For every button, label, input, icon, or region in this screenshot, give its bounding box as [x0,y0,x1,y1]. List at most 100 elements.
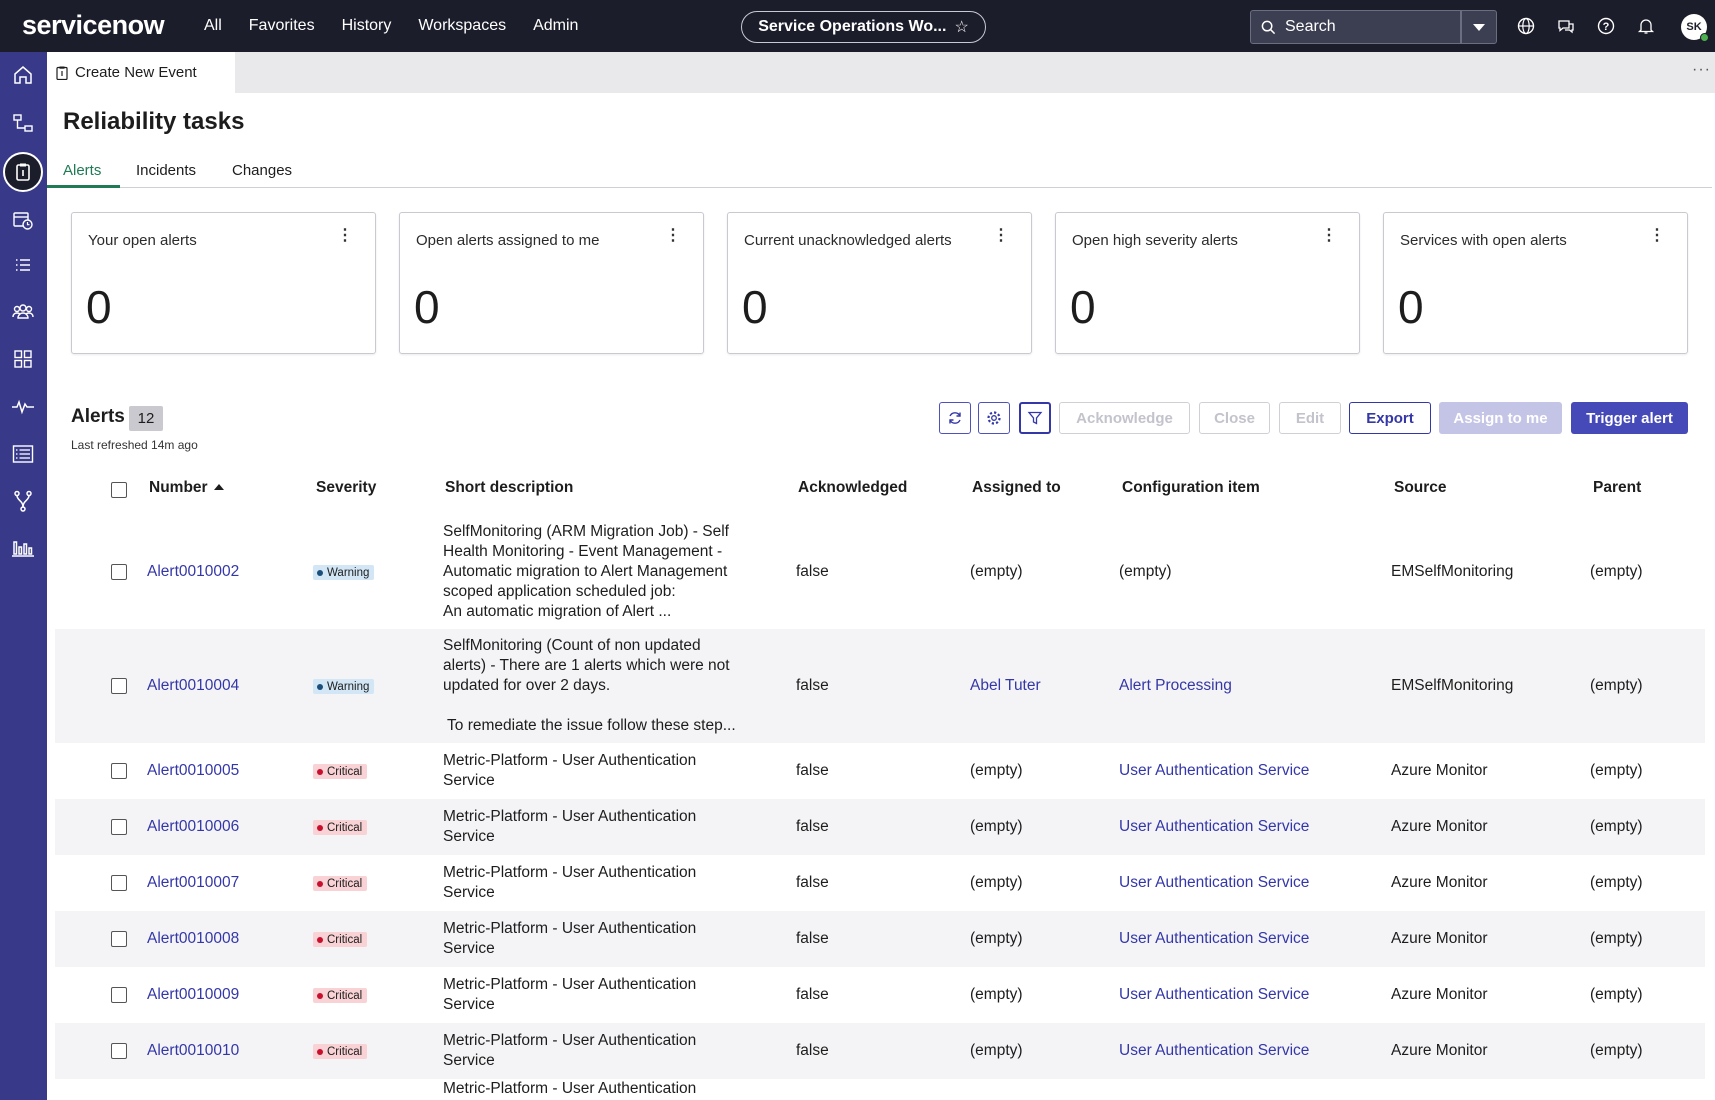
table-row[interactable]: Alert0010005 Critical Metric-Platform - Us… [55,743,1705,799]
configuration-item-value[interactable]: User Authentication Service [1119,761,1309,781]
assigned-to-value[interactable]: Abel Tuter [970,676,1041,696]
list-icon[interactable] [8,250,38,280]
kebab-menu-icon[interactable]: ⋮ [337,228,353,244]
column-header-short-description[interactable]: Short description [445,479,573,497]
card-your-open-alerts[interactable]: Your open alerts ⋮ 0 [71,212,376,354]
row-checkbox[interactable] [111,564,127,580]
filter-button[interactable] [1019,402,1051,434]
global-search-input[interactable]: Search [1250,10,1461,44]
configuration-item-value[interactable]: User Authentication Service [1119,873,1309,893]
search-scope-dropdown[interactable] [1461,10,1497,44]
table-row[interactable]: Metric-Platform - User Authentication [55,1079,1705,1100]
nav-workspaces[interactable]: Workspaces [418,17,506,35]
kebab-menu-icon[interactable]: ⋮ [1321,228,1337,244]
alert-number-link[interactable]: Alert0010009 [147,985,239,1005]
edit-button[interactable]: Edit [1279,402,1341,434]
alert-number-link[interactable]: Alert0010004 [147,676,239,696]
tab-incidents[interactable]: Incidents [136,162,196,179]
flow-icon[interactable] [8,108,38,138]
column-header-parent[interactable]: Parent [1593,479,1641,497]
chat-icon[interactable] [1556,16,1576,36]
configuration-item-value[interactable]: User Authentication Service [1119,1041,1309,1061]
settings-button[interactable] [978,402,1010,434]
column-header-configuration-item[interactable]: Configuration item [1122,479,1260,497]
kebab-menu-icon[interactable]: ⋮ [1649,228,1665,244]
table-row[interactable]: Alert0010007 Critical Metric-Platform - Us… [55,855,1705,911]
more-icon[interactable]: ··· [1692,61,1711,79]
user-avatar[interactable]: SK [1681,14,1709,42]
branch-icon[interactable] [8,486,38,516]
people-icon[interactable] [8,297,38,327]
column-header-source[interactable]: Source [1394,479,1447,497]
select-all-checkbox[interactable] [111,482,127,498]
row-checkbox[interactable] [111,1043,127,1059]
home-icon[interactable] [8,60,38,90]
table-row[interactable]: Alert0010004 Warning SelfMonitoring (Count… [55,629,1705,743]
column-header-assigned-to[interactable]: Assigned to [972,479,1061,497]
assign-to-me-button[interactable]: Assign to me [1439,402,1562,434]
tab-alerts[interactable]: Alerts [63,162,101,179]
alert-number-link[interactable]: Alert0010008 [147,929,239,949]
assigned-to-value: (empty) [970,986,1023,1003]
nav-admin[interactable]: Admin [533,17,578,35]
severity-badge: Critical [313,876,368,891]
globe-icon[interactable] [1516,16,1536,36]
table-row[interactable]: Alert0010009 Critical Metric-Platform - Us… [55,967,1705,1023]
parent-value: (empty) [1590,677,1643,694]
table-row[interactable]: Alert0010010 Critical Metric-Platform - Us… [55,1023,1705,1079]
tab-changes[interactable]: Changes [232,162,292,179]
form-list-icon[interactable] [8,439,38,469]
export-button[interactable]: Export [1349,402,1431,434]
nav-all[interactable]: All [204,17,222,35]
row-checkbox[interactable] [111,931,127,947]
trigger-alert-button[interactable]: Trigger alert [1571,402,1688,434]
kebab-menu-icon[interactable]: ⋮ [993,228,1009,244]
column-header-acknowledged[interactable]: Acknowledged [798,479,907,497]
card-current-unacknowledged-alerts[interactable]: Current unacknowledged alerts ⋮ 0 [727,212,1032,354]
severity-dot [317,1048,323,1055]
configuration-item-value[interactable]: Alert Processing [1119,676,1232,696]
card-open-alerts-assigned-to-me[interactable]: Open alerts assigned to me ⋮ 0 [399,212,704,354]
calendar-clock-icon[interactable] [8,205,38,235]
workspace-pill[interactable]: Service Operations Wo... ☆ [741,11,986,43]
row-checkbox[interactable] [111,875,127,891]
star-icon[interactable]: ☆ [954,17,968,37]
table-row[interactable]: Alert0010002 Warning SelfMonitoring (ARM M… [55,515,1705,629]
row-checkbox[interactable] [111,987,127,1003]
grid-icon[interactable] [8,344,38,374]
bell-icon[interactable] [1636,16,1656,36]
kebab-menu-icon[interactable]: ⋮ [665,228,681,244]
acknowledge-button[interactable]: Acknowledge [1059,402,1190,434]
row-checkbox[interactable] [111,678,127,694]
help-icon[interactable]: ? [1596,16,1616,36]
alert-number-link[interactable]: Alert0010005 [147,761,239,781]
refresh-button[interactable] [939,402,971,434]
nav-favorites[interactable]: Favorites [249,17,315,35]
close-button[interactable]: Close [1199,402,1270,434]
clipboard-icon[interactable] [3,152,43,192]
nav-history[interactable]: History [342,17,392,35]
configuration-item-value[interactable]: User Authentication Service [1119,817,1309,837]
tab-create-new-event[interactable]: Create New Event [47,52,235,93]
card-title: Open high severity alerts [1072,232,1238,249]
column-header-severity[interactable]: Severity [316,479,376,497]
alert-number-link[interactable]: Alert0010006 [147,817,239,837]
row-checkbox[interactable] [111,763,127,779]
configuration-item-value[interactable]: User Authentication Service [1119,929,1309,949]
chart-icon[interactable] [8,533,38,563]
table-row[interactable]: Alert0010008 Critical Metric-Platform - Us… [55,911,1705,967]
description-line: Service [443,772,495,789]
description-line: Metric-Platform - User Authentication [443,752,697,769]
pulse-icon[interactable] [8,392,38,422]
column-header-number[interactable]: Number [149,479,224,497]
card-open-high-severity-alerts[interactable]: Open high severity alerts ⋮ 0 [1055,212,1360,354]
alert-number-link[interactable]: Alert0010010 [147,1041,239,1061]
row-checkbox[interactable] [111,819,127,835]
alert-number-link[interactable]: Alert0010007 [147,873,239,893]
configuration-item-value[interactable]: User Authentication Service [1119,985,1309,1005]
card-services-with-open-alerts[interactable]: Services with open alerts ⋮ 0 [1383,212,1688,354]
servicenow-logo[interactable]: servicenow [22,10,165,41]
description-line: Health Monitoring - Event Management - [443,543,723,560]
table-row[interactable]: Alert0010006 Critical Metric-Platform - Us… [55,799,1705,855]
alert-number-link[interactable]: Alert0010002 [147,562,239,582]
